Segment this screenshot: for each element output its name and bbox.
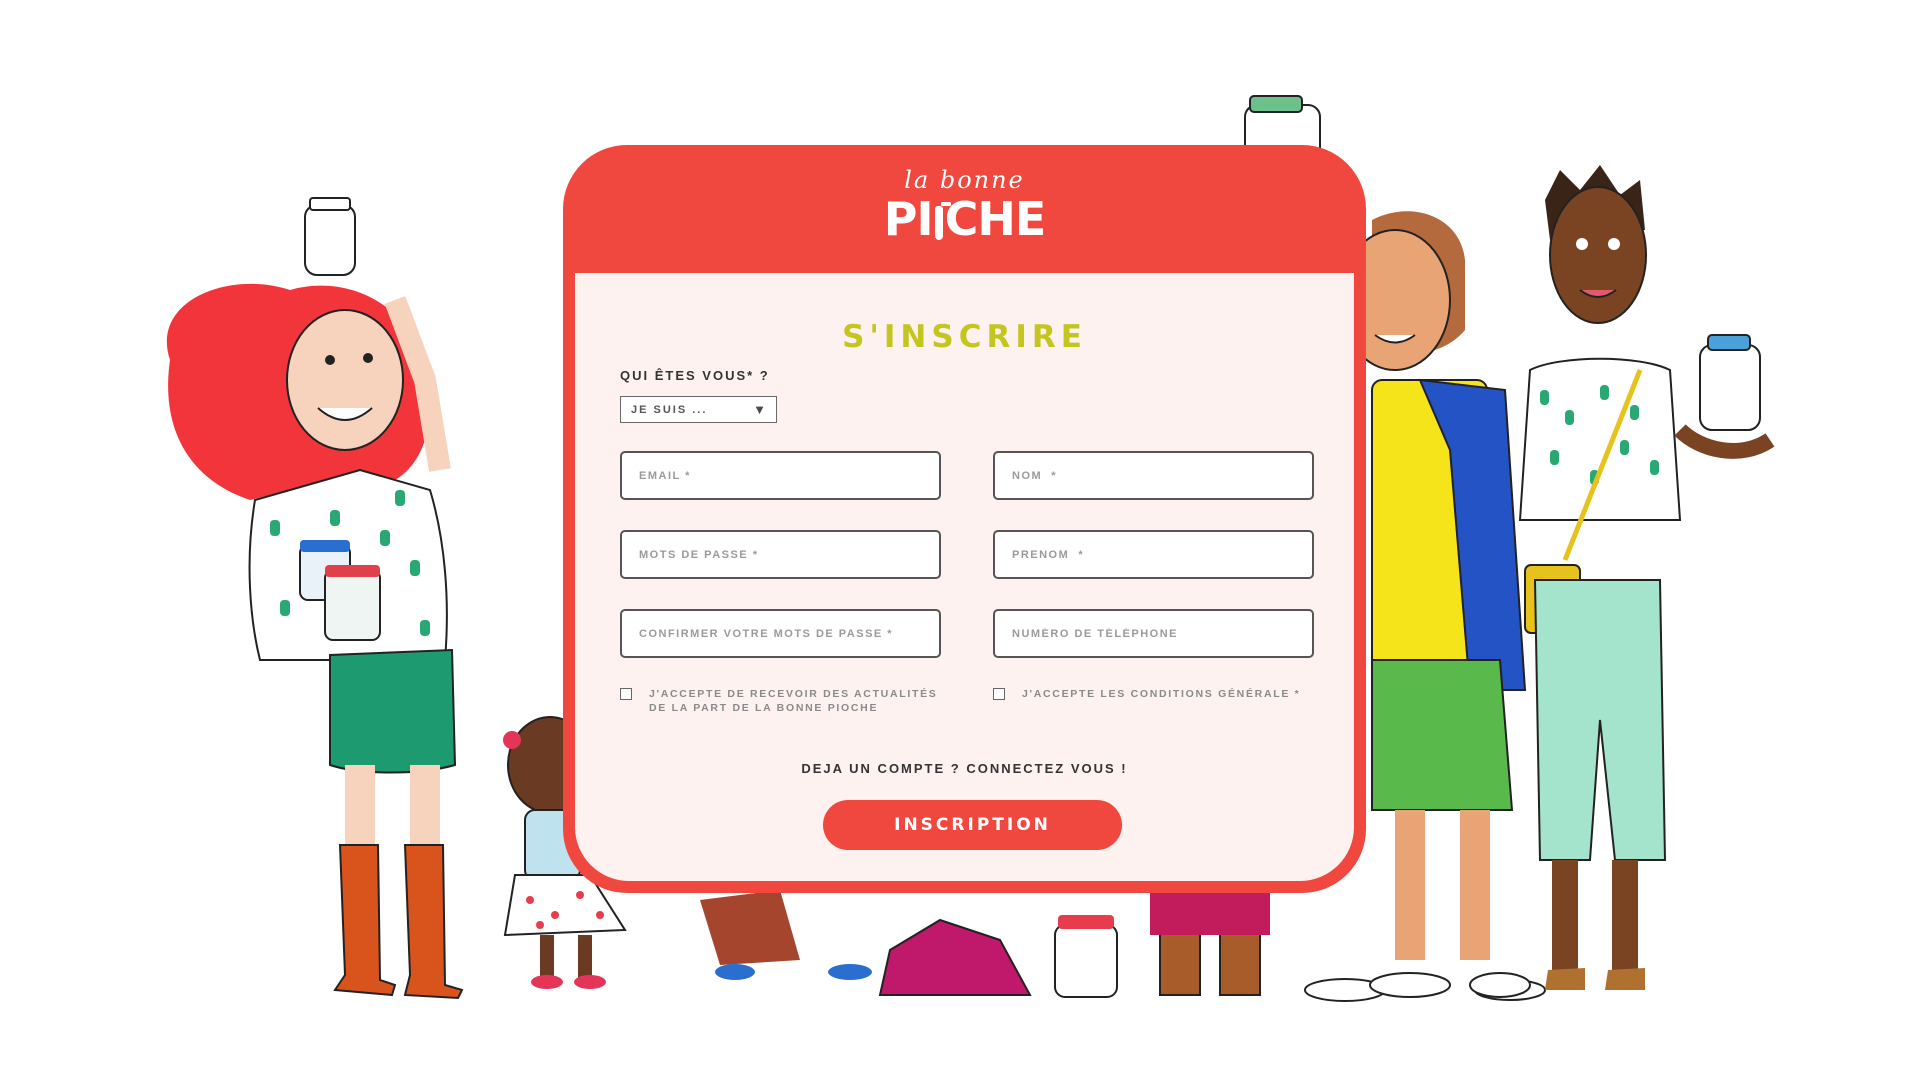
logo-script-text: la bonne — [904, 166, 1025, 194]
who-are-you-label: QUI ÊTES VOUS* ? — [620, 368, 770, 383]
logo-name-right: CHE — [944, 192, 1047, 246]
logo-wordmark: PI CHE — [884, 196, 1047, 242]
terms-consent: J'ACCEPTE LES CONDITIONS GÉNÉRALE * — [993, 687, 1300, 701]
who-are-you-select[interactable]: JE SUIS ... ▼ — [620, 396, 777, 423]
figure-boy — [1339, 211, 1531, 998]
confirm-password-field[interactable] — [620, 609, 941, 658]
logo-name-left: PI — [883, 192, 934, 246]
select-value: JE SUIS ... — [631, 403, 708, 416]
email-field[interactable] — [620, 451, 941, 500]
newsletter-checkbox[interactable] — [620, 688, 632, 700]
login-link[interactable]: DEJA UN COMPTE ? CONNECTEZ VOUS ! — [575, 761, 1354, 776]
signup-card: la bonne PI CHE S'INSCRIRE QUI ÊTES VOUS… — [563, 145, 1366, 893]
card-header: la bonne PI CHE — [563, 145, 1366, 273]
nom-field[interactable] — [993, 451, 1314, 500]
password-field[interactable] — [620, 530, 941, 579]
newsletter-checkbox-label: J'ACCEPTE DE RECEVOIR DES ACTUALITÉS DE … — [649, 688, 938, 714]
terms-checkbox-label: J'ACCEPTE LES CONDITIONS GÉNÉRALE * — [1022, 688, 1301, 700]
signup-page: la bonne PI CHE S'INSCRIRE QUI ÊTES VOUS… — [0, 0, 1920, 1080]
newsletter-consent: J'ACCEPTE DE RECEVOIR DES ACTUALITÉS DE … — [620, 687, 938, 715]
terms-checkbox[interactable] — [993, 688, 1005, 700]
jar-icon — [934, 202, 951, 240]
prenom-field[interactable] — [993, 530, 1314, 579]
signup-form: S'INSCRIRE QUI ÊTES VOUS* ? JE SUIS ... … — [575, 273, 1354, 881]
brand-logo[interactable]: la bonne PI CHE — [884, 166, 1047, 252]
phone-field[interactable] — [993, 609, 1314, 658]
page-title: S'INSCRIRE — [842, 319, 1087, 355]
figure-right-woman — [1518, 165, 1775, 990]
figure-left-woman — [166, 197, 464, 1000]
chevron-down-icon: ▼ — [753, 402, 766, 417]
inscription-button[interactable]: INSCRIPTION — [823, 800, 1122, 850]
